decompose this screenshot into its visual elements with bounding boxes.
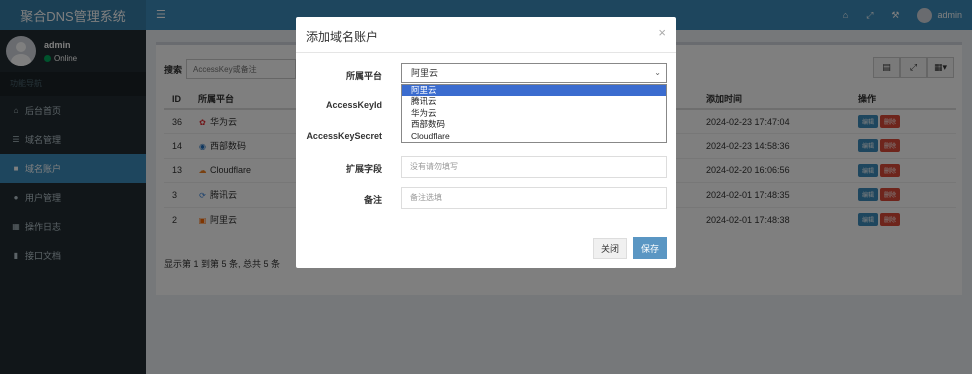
- access-key-secret-label: AccessKeySecret: [306, 131, 382, 141]
- platform-option[interactable]: 阿里云: [402, 85, 666, 97]
- platform-option[interactable]: Cloudflare: [402, 131, 666, 142]
- chevron-down-icon: ⌄: [654, 68, 661, 77]
- close-button[interactable]: 关闭: [593, 238, 627, 259]
- platform-dropdown: 阿里云 腾讯云 华为云 西部数码 Cloudflare: [401, 84, 667, 143]
- extra-field-input[interactable]: 没有请勿填写: [401, 156, 667, 178]
- remark-input[interactable]: 备注选填: [401, 187, 667, 209]
- platform-select-value: 阿里云: [411, 68, 439, 78]
- extra-field-label: 扩展字段: [345, 164, 382, 174]
- remark-label: 备注: [363, 195, 382, 205]
- add-account-modal: 添加域名账户 × 所属平台 阿里云 ⌄ 阿里云 腾讯云 华为云 西部数码 Clo…: [296, 17, 676, 268]
- platform-option[interactable]: 腾讯云: [402, 96, 666, 107]
- access-key-id-label: AccessKeyId: [325, 100, 382, 110]
- modal-divider: [296, 52, 676, 53]
- platform-option[interactable]: 华为云: [402, 108, 666, 119]
- save-button[interactable]: 保存: [633, 237, 667, 259]
- modal-title: 添加域名账户: [306, 30, 379, 44]
- platform-label: 所属平台: [345, 71, 382, 81]
- platform-select[interactable]: 阿里云 ⌄: [401, 63, 667, 83]
- close-icon[interactable]: ×: [658, 25, 666, 40]
- platform-option[interactable]: 西部数码: [402, 119, 666, 130]
